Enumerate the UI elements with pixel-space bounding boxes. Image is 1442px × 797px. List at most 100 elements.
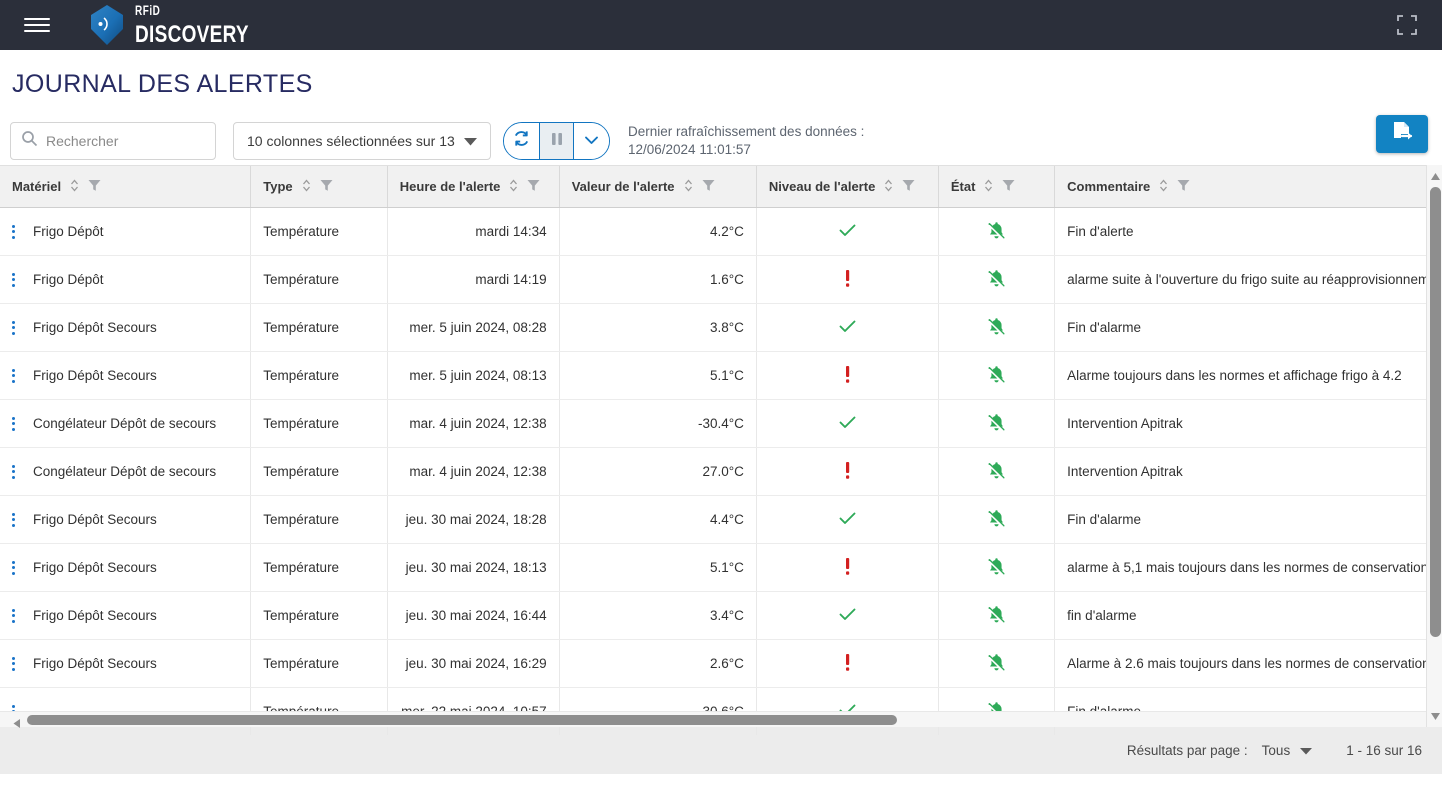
export-button[interactable] — [1376, 115, 1428, 153]
bell-off-icon[interactable] — [986, 557, 1007, 580]
filter-funnel-icon[interactable] — [902, 179, 915, 195]
search-input[interactable] — [46, 133, 205, 149]
column-header-niveau-alerte[interactable]: Niveau de l'alerte — [755, 165, 939, 208]
scroll-down-arrow-icon[interactable] — [1430, 709, 1441, 721]
row-menu-dots-icon[interactable] — [12, 368, 15, 383]
sort-arrows-icon[interactable] — [884, 179, 893, 195]
cell-niveau-alerte — [755, 303, 939, 352]
materiel-value: Frigo Dépôt Secours — [33, 608, 157, 623]
row-menu-dots-icon[interactable] — [12, 416, 15, 431]
cell-type: Température — [250, 591, 388, 640]
table-row[interactable]: Congélateur Dépôt de secours Température m… — [0, 447, 1442, 496]
bell-off-icon[interactable] — [986, 221, 1007, 244]
cell-materiel: Frigo Dépôt — [0, 207, 251, 256]
table-row[interactable]: Frigo Dépôt Secours Température jeu. 30 ma… — [0, 495, 1442, 544]
row-menu-dots-icon[interactable] — [12, 512, 15, 527]
heure-value: mardi 14:34 — [475, 224, 547, 239]
scroll-left-arrow-icon[interactable] — [12, 716, 22, 728]
table-row[interactable]: Frigo Dépôt Secours Température jeu. 30 ma… — [0, 591, 1442, 640]
sort-arrows-icon[interactable] — [1159, 179, 1168, 195]
vertical-scrollbar[interactable] — [1426, 165, 1442, 727]
table-row[interactable]: Frigo Dépôt Secours Température jeu. 30 ma… — [0, 639, 1442, 688]
sort-arrows-icon[interactable] — [984, 179, 993, 195]
columns-selector-dropdown[interactable]: 10 colonnes sélectionnées sur 13 — [233, 122, 491, 160]
filter-funnel-icon[interactable] — [320, 179, 333, 195]
valeur-value: 1.6°C — [709, 272, 744, 287]
row-menu-dots-icon[interactable] — [12, 320, 15, 335]
scroll-up-arrow-icon[interactable] — [1430, 170, 1441, 182]
app-logo[interactable]: RFiD DISCOVERY — [88, 4, 249, 46]
cell-heure-alerte: mardi 14:19 — [386, 255, 560, 304]
hamburger-menu-icon[interactable] — [24, 18, 50, 32]
hamburger-line — [24, 18, 50, 20]
cell-type: Température — [250, 543, 388, 592]
sort-arrows-icon[interactable] — [302, 179, 311, 195]
last-refresh-timestamp: 12/06/2024 11:01:57 — [628, 142, 751, 157]
cell-type: Température — [250, 447, 388, 496]
check-icon — [839, 320, 856, 337]
filter-funnel-icon[interactable] — [1177, 179, 1190, 195]
filter-funnel-icon[interactable] — [1002, 179, 1015, 195]
bell-off-icon[interactable] — [986, 317, 1007, 340]
column-header-etat[interactable]: État — [937, 165, 1055, 208]
fullscreen-icon[interactable] — [1396, 14, 1418, 36]
bell-off-icon[interactable] — [986, 509, 1007, 532]
row-menu-dots-icon[interactable] — [12, 224, 15, 239]
bell-off-icon[interactable] — [986, 461, 1007, 484]
cell-commentaire: Intervention Apitrak — [1054, 399, 1442, 448]
exclamation-icon — [844, 461, 851, 482]
bell-off-icon[interactable] — [986, 365, 1007, 388]
heure-value: jeu. 30 mai 2024, 16:44 — [405, 608, 547, 623]
bell-off-icon[interactable] — [986, 413, 1007, 436]
commentaire-value: fin d'alarme — [1067, 608, 1137, 623]
column-header-commentaire[interactable]: Commentaire — [1054, 165, 1442, 208]
sort-arrows-icon[interactable] — [70, 179, 79, 195]
bell-off-icon[interactable] — [986, 269, 1007, 292]
table-row[interactable]: Frigo Dépôt Secours Température jeu. 30 ma… — [0, 543, 1442, 592]
heure-value: mar. 4 juin 2024, 12:38 — [409, 464, 547, 479]
table-row[interactable]: Frigo Dépôt Secours Température mer. 5 jui… — [0, 303, 1442, 352]
cell-heure-alerte: mar. 4 juin 2024, 12:38 — [386, 399, 560, 448]
horizontal-scrollbar[interactable] — [0, 711, 1426, 728]
filter-funnel-icon[interactable] — [702, 179, 715, 195]
heure-value: jeu. 30 mai 2024, 18:13 — [405, 560, 547, 575]
row-menu-dots-icon[interactable] — [12, 656, 15, 671]
table-row[interactable]: Congélateur Dépôt de secours Température m… — [0, 399, 1442, 448]
bell-off-icon[interactable] — [986, 605, 1007, 628]
refresh-button[interactable] — [504, 123, 539, 159]
column-header-valeur-alerte[interactable]: Valeur de l'alerte — [558, 165, 757, 208]
row-menu-dots-icon[interactable] — [12, 608, 15, 623]
vertical-scroll-thumb[interactable] — [1430, 187, 1441, 637]
table-row[interactable]: Frigo Dépôt Secours Température mer. 5 jui… — [0, 351, 1442, 400]
type-value: Température — [263, 368, 340, 383]
column-header-heure-alerte[interactable]: Heure de l'alerte — [386, 165, 560, 208]
column-header-type[interactable]: Type — [250, 165, 388, 208]
pause-button[interactable] — [539, 123, 574, 159]
sort-arrows-icon[interactable] — [509, 179, 518, 195]
row-menu-dots-icon[interactable] — [12, 464, 15, 479]
filter-funnel-icon[interactable] — [527, 179, 540, 195]
horizontal-scroll-thumb[interactable] — [27, 715, 897, 725]
search-field[interactable] — [10, 122, 216, 160]
column-header-label: État — [950, 179, 976, 194]
materiel-value: Frigo Dépôt — [33, 272, 104, 287]
filter-funnel-icon[interactable] — [88, 179, 101, 195]
cell-etat — [937, 639, 1055, 688]
refresh-options-button[interactable] — [574, 123, 609, 159]
table-toolbar: 10 colonnes sélectionnées sur 13 — [0, 99, 1442, 165]
type-value: Température — [263, 224, 340, 239]
logo-rfid-text: RFiD — [135, 3, 161, 19]
row-menu-dots-icon[interactable] — [12, 560, 15, 575]
table-header-row: Matériel Type Heure de l'alerte Valeur d… — [0, 165, 1442, 208]
cell-valeur-alerte: 5.1°C — [558, 351, 757, 400]
results-per-page-dropdown[interactable]: Tous — [1262, 743, 1313, 758]
row-menu-dots-icon[interactable] — [12, 272, 15, 287]
bell-off-icon[interactable] — [986, 653, 1007, 676]
type-value: Température — [263, 560, 340, 575]
table-row[interactable]: Frigo Dépôt Température mardi 14:34 4.2°C Fi… — [0, 207, 1442, 256]
heure-value: jeu. 30 mai 2024, 18:28 — [405, 512, 547, 527]
sort-arrows-icon[interactable] — [684, 179, 693, 195]
cell-etat — [937, 591, 1055, 640]
table-row[interactable]: Frigo Dépôt Température mardi 14:19 1.6°C al… — [0, 255, 1442, 304]
column-header-materiel[interactable]: Matériel — [0, 165, 251, 208]
